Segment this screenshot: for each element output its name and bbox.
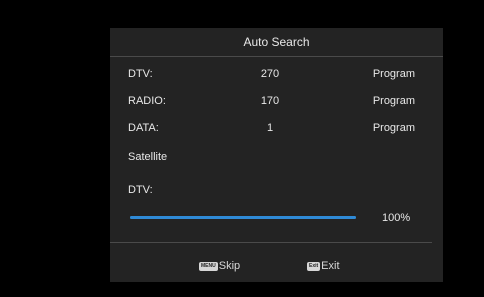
result-row-radio: RADIO: 170 Program <box>110 95 443 111</box>
result-count: 270 <box>260 68 280 80</box>
result-unit: Program <box>372 68 415 80</box>
result-label: DATA: <box>128 122 159 134</box>
result-count: 1 <box>266 122 274 134</box>
scan-progress-fill <box>130 216 356 219</box>
exit-button[interactable]: Exit Exit <box>307 260 340 272</box>
result-label: DTV: <box>128 68 153 80</box>
exit-key-icon: Exit <box>307 261 321 271</box>
auto-search-dialog: Auto Search DTV: 270 Program RADIO: 170 … <box>110 28 443 282</box>
result-label: RADIO: <box>128 95 166 107</box>
dialog-title: Auto Search <box>243 35 310 49</box>
footer-divider <box>110 242 432 243</box>
skip-button[interactable]: MENU Skip <box>199 260 240 272</box>
scan-type-label: DTV: <box>128 184 153 196</box>
satellite-label: Satellite <box>128 151 168 163</box>
result-unit: Program <box>372 122 415 134</box>
scan-progress-percent: 100% <box>382 212 411 224</box>
result-count: 170 <box>260 95 280 107</box>
result-row-dtv: DTV: 270 Program <box>110 68 443 84</box>
title-divider <box>110 56 443 57</box>
skip-label: Skip <box>218 260 241 272</box>
exit-label: Exit <box>321 260 340 272</box>
scan-progress-bar <box>130 216 356 219</box>
result-unit: Program <box>372 95 415 107</box>
result-row-data: DATA: 1 Program <box>110 122 443 138</box>
menu-key-icon: MENU <box>199 261 218 271</box>
